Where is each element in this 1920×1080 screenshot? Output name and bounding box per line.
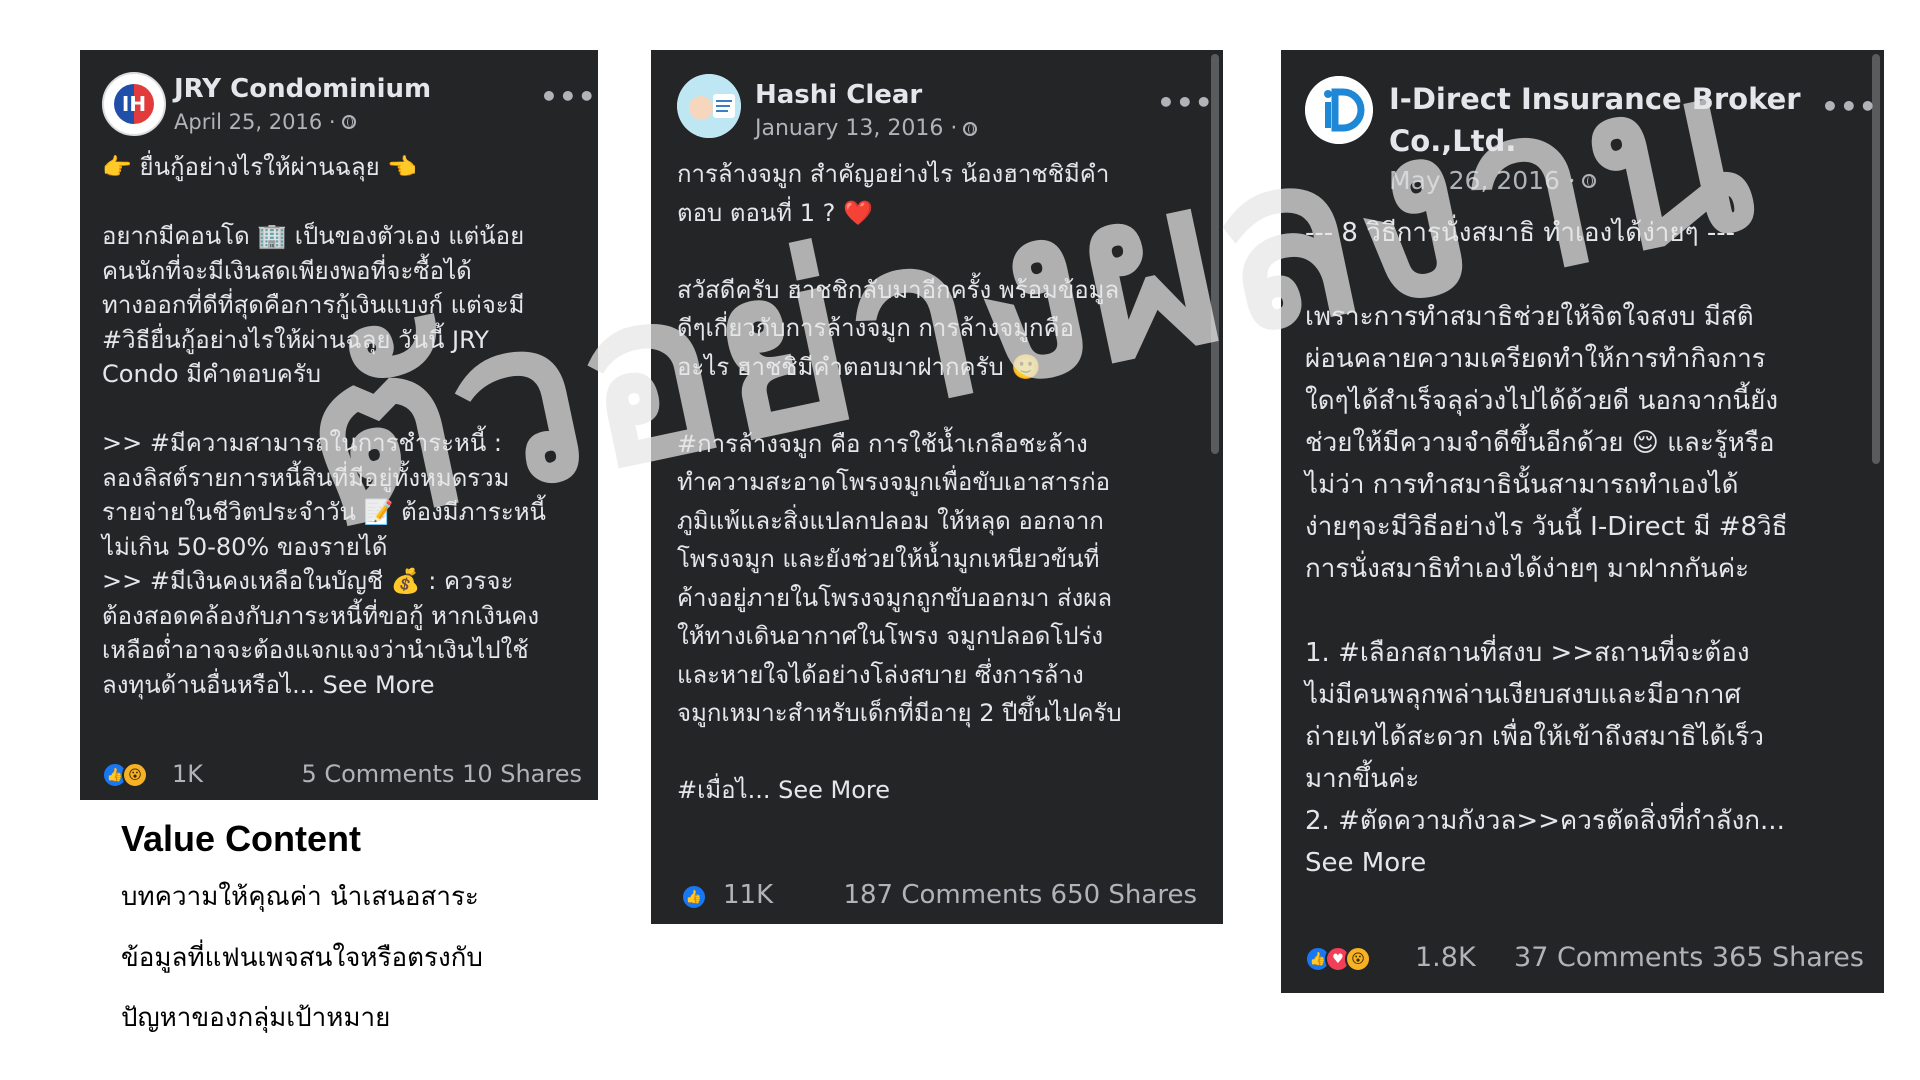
like-icon: 👍: [681, 884, 707, 910]
globe-icon: [341, 115, 356, 129]
post-date-text: April 25, 2016 ·: [174, 110, 336, 134]
caption-title: Value Content: [121, 818, 362, 859]
hashi-logo-icon: [677, 74, 741, 138]
page-avatar[interactable]: [1305, 76, 1373, 144]
reaction-count[interactable]: 11K: [723, 880, 773, 910]
more-options-icon[interactable]: •••: [540, 80, 597, 113]
post-card-idirect: I-Direct Insurance Broker Co.,Ltd. May 2…: [1281, 50, 1884, 993]
reaction-icons[interactable]: 👍 ♥ 😮: [1305, 946, 1371, 972]
svg-text:IH: IH: [122, 92, 146, 116]
more-options-icon[interactable]: •••: [1157, 86, 1214, 119]
page-name[interactable]: Hashi Clear: [755, 80, 922, 110]
reaction-count[interactable]: 1K: [172, 760, 203, 788]
post-card-jry: IH JRY Condominium April 25, 2016 · ••• …: [80, 50, 598, 800]
comments-shares[interactable]: 187 Comments 650 Shares: [843, 880, 1197, 910]
post-date-text: January 13, 2016 ·: [755, 116, 958, 141]
globe-icon: [963, 121, 978, 136]
page-name[interactable]: I-Direct Insurance Broker Co.,Ltd.: [1389, 78, 1801, 162]
wow-icon: 😮: [122, 762, 148, 788]
more-options-icon[interactable]: •••: [1821, 90, 1878, 123]
post-date-text: May 26, 2016 ·: [1389, 166, 1576, 195]
page-avatar[interactable]: [677, 74, 741, 138]
comments-shares[interactable]: 5 Comments 10 Shares: [301, 760, 582, 788]
comments-shares[interactable]: 37 Comments 365 Shares: [1514, 942, 1864, 973]
jry-logo-icon: IH: [107, 77, 161, 131]
caption-line: ข้อมูลที่แฟนเพจสนใจหรือตรงกับ: [121, 943, 483, 973]
post-date[interactable]: April 25, 2016 ·: [174, 110, 356, 134]
caption-line: ปัญหาของกลุ่มเป้าหมาย: [121, 1003, 391, 1033]
post-card-hashi: Hashi Clear January 13, 2016 · ••• การล้…: [651, 50, 1223, 924]
idirect-logo-icon: [1305, 76, 1373, 144]
globe-icon: [1581, 173, 1596, 188]
post-date[interactable]: May 26, 2016 ·: [1389, 166, 1596, 195]
reaction-icons[interactable]: 👍: [681, 884, 707, 910]
post-body: 👉 ยื่นกู้อย่างไรให้ผ่านฉลุย 👈 อยากมีคอนโ…: [102, 153, 546, 699]
post-body: การล้างจมูก สำคัญอย่างไร น้องฮาชชิมีคำ ต…: [677, 160, 1122, 804]
post-date[interactable]: January 13, 2016 ·: [755, 116, 978, 141]
wow-icon: 😮: [1345, 946, 1371, 972]
reaction-icons[interactable]: 👍 😮: [102, 762, 148, 788]
post-body: --- 8 วิธีการนั่งสมาธิ ทำเองได้ง่ายๆ ---…: [1305, 218, 1788, 878]
reaction-count[interactable]: 1.8K: [1415, 942, 1476, 973]
page-avatar[interactable]: IH: [102, 72, 166, 136]
page-name[interactable]: JRY Condominium: [174, 74, 431, 104]
caption-line: บทความให้คุณค่า นำเสนอสาระ: [121, 882, 479, 912]
